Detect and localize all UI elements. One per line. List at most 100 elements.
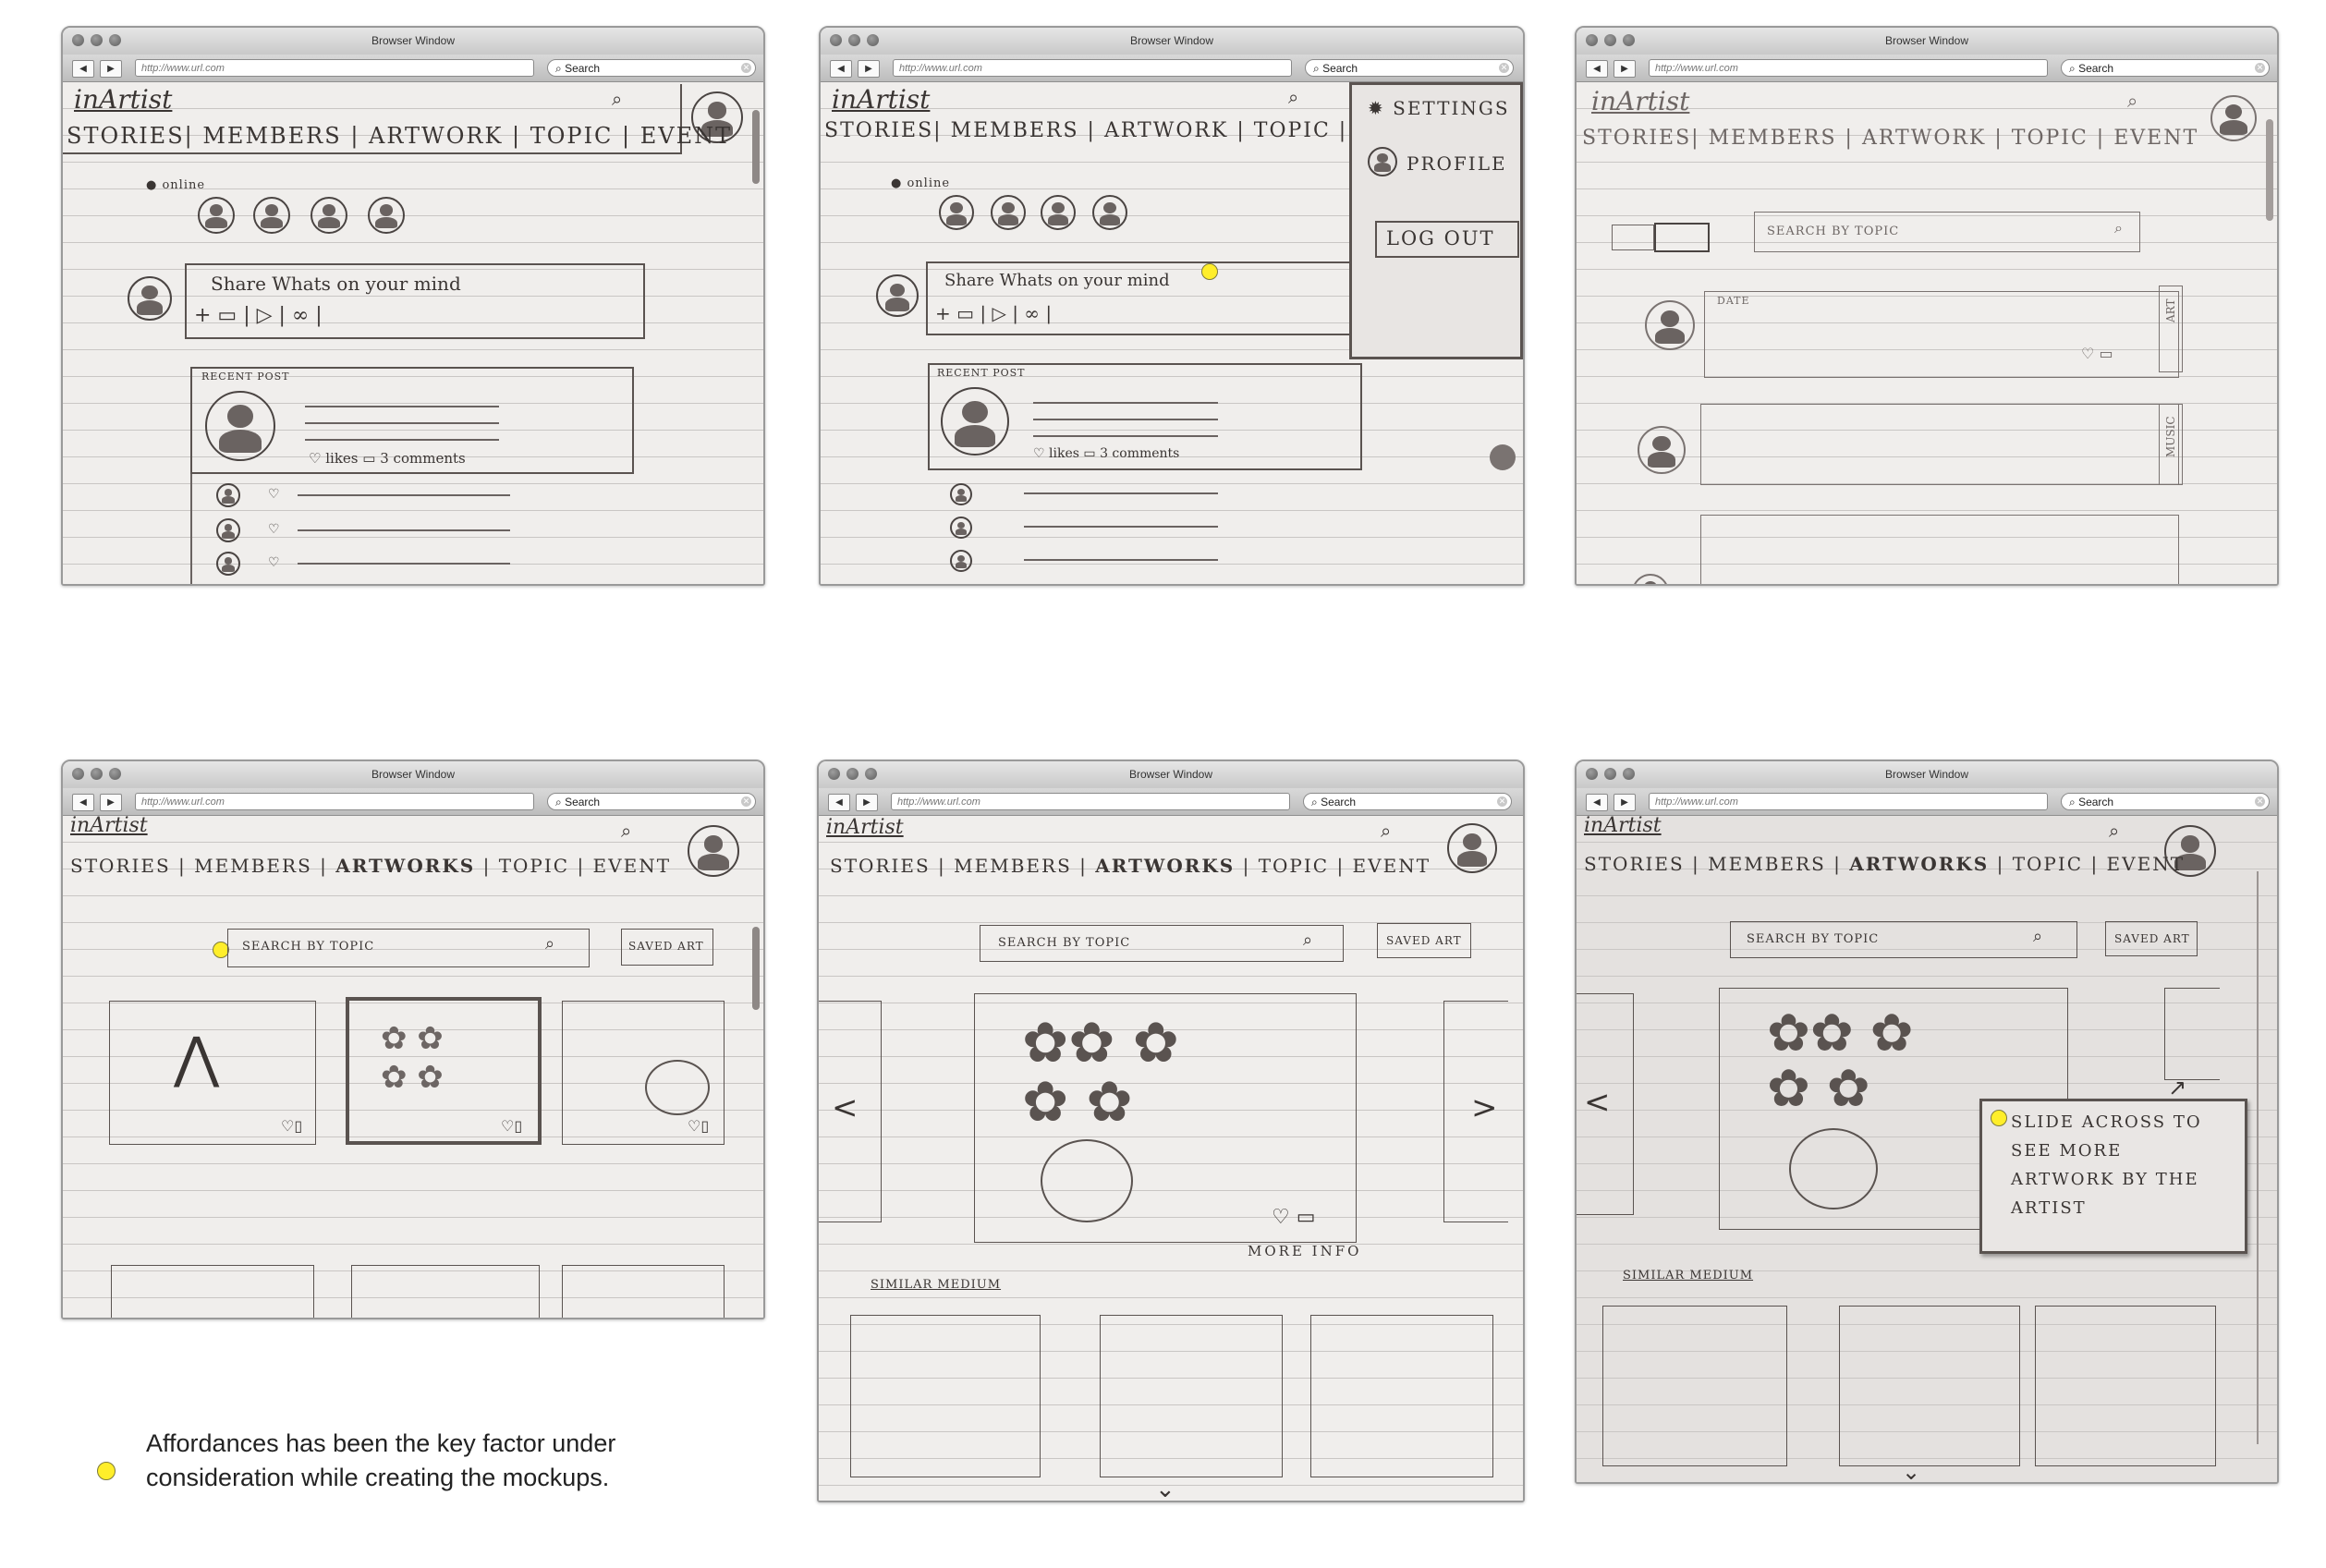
heart-icon[interactable]: ♡ bbox=[688, 1117, 700, 1135]
search-icon[interactable]: ⌕ bbox=[2033, 927, 2042, 946]
scrollbar-thumb[interactable] bbox=[2266, 119, 2273, 221]
url-field[interactable]: http://www.url.com bbox=[891, 793, 1290, 810]
comment-icon[interactable]: ▭ bbox=[1083, 446, 1095, 461]
back-button[interactable]: ◀ bbox=[1586, 794, 1608, 811]
clear-icon[interactable]: ✕ bbox=[741, 796, 751, 807]
nav-event[interactable]: EVENT bbox=[2113, 127, 2198, 150]
browser-search-field[interactable]: ⌕ Search ✕ bbox=[547, 793, 756, 810]
nav-stories[interactable]: STORIES bbox=[67, 123, 185, 149]
bookmark-icon[interactable]: ▯ bbox=[700, 1117, 709, 1135]
url-field[interactable]: http://www.url.com bbox=[135, 793, 534, 810]
topic-post-card[interactable] bbox=[1700, 404, 2179, 485]
topic-post-card[interactable] bbox=[1700, 515, 2179, 584]
clear-icon[interactable]: ✕ bbox=[1499, 63, 1509, 73]
nav-topic[interactable]: TOPIC bbox=[499, 855, 569, 877]
nav-members[interactable]: MEMBERS bbox=[951, 119, 1079, 142]
heart-icon[interactable]: ♡ bbox=[2081, 345, 2094, 362]
forward-button[interactable]: ▶ bbox=[1614, 60, 1636, 78]
forward-button[interactable]: ▶ bbox=[100, 794, 122, 811]
heart-icon[interactable]: ♡ bbox=[268, 522, 280, 537]
search-icon[interactable]: ⌕ bbox=[2109, 820, 2119, 842]
nav-stories[interactable]: STORIES bbox=[830, 855, 931, 877]
user-avatar[interactable] bbox=[688, 825, 739, 877]
clear-icon[interactable]: ✕ bbox=[2255, 63, 2265, 73]
heart-icon[interactable]: ♡ bbox=[268, 555, 280, 570]
post-attachments[interactable]: + ▭ | ▷ | ∞ | bbox=[935, 302, 1052, 324]
topic-post-card[interactable] bbox=[1704, 291, 2179, 378]
similar-artwork-thumbnail[interactable] bbox=[850, 1315, 1041, 1477]
nav-stories[interactable]: STORIES bbox=[824, 119, 933, 142]
nav-members[interactable]: MEMBERS bbox=[202, 123, 341, 149]
post-attachments[interactable]: + ▭ | ▷ | ∞ | bbox=[194, 304, 323, 327]
online-user-avatar[interactable] bbox=[368, 197, 405, 234]
forward-button[interactable]: ▶ bbox=[1614, 794, 1636, 811]
list-view-toggle[interactable] bbox=[1612, 225, 1654, 250]
menu-profile[interactable]: PROFILE bbox=[1407, 152, 1507, 175]
heart-icon[interactable]: ♡ bbox=[501, 1117, 514, 1135]
clear-icon[interactable]: ✕ bbox=[741, 63, 751, 73]
heart-icon[interactable]: ♡ bbox=[1272, 1206, 1290, 1229]
user-avatar[interactable] bbox=[1447, 823, 1497, 873]
nav-artwork[interactable]: ARTWORK bbox=[1104, 119, 1228, 142]
search-icon[interactable]: ⌕ bbox=[1303, 930, 1312, 950]
scroll-handle[interactable] bbox=[1490, 444, 1516, 470]
scrollbar-thumb[interactable] bbox=[752, 927, 760, 1010]
next-artwork-preview[interactable] bbox=[2164, 988, 2220, 1080]
comment-icon[interactable]: ▭ bbox=[2099, 345, 2113, 362]
scrollbar-thumb[interactable] bbox=[752, 110, 760, 184]
back-button[interactable]: ◀ bbox=[830, 60, 852, 78]
heart-icon[interactable]: ♡ bbox=[309, 450, 321, 467]
url-field[interactable]: http://www.url.com bbox=[135, 59, 534, 77]
more-info-link[interactable]: MORE INFO bbox=[1248, 1243, 1361, 1259]
comment-icon[interactable]: ▭ bbox=[362, 450, 375, 467]
heart-icon[interactable]: ♡ bbox=[1033, 446, 1045, 461]
heart-icon[interactable]: ♡ bbox=[281, 1117, 294, 1135]
nav-topic[interactable]: TOPIC bbox=[2012, 127, 2089, 150]
bookmark-icon[interactable]: ▯ bbox=[514, 1117, 522, 1135]
nav-topic[interactable]: TOPIC bbox=[1259, 855, 1329, 877]
url-field[interactable]: http://www.url.com bbox=[893, 59, 1292, 77]
online-user-avatar[interactable] bbox=[991, 195, 1026, 230]
similar-artwork-thumbnail[interactable] bbox=[1839, 1306, 2020, 1466]
nav-artwork[interactable]: ARTWORK bbox=[1862, 127, 1986, 150]
grid-view-toggle[interactable] bbox=[1654, 223, 1710, 252]
browser-search-field[interactable]: ⌕ Search ✕ bbox=[2061, 59, 2270, 77]
online-user-avatar[interactable] bbox=[939, 195, 974, 230]
nav-topic[interactable]: TOPIC bbox=[1254, 119, 1331, 142]
scroll-down-indicator[interactable]: ⌄ bbox=[1902, 1459, 1920, 1482]
similar-artwork-thumbnail[interactable] bbox=[1310, 1315, 1493, 1477]
browser-search-field[interactable]: ⌕ Search ✕ bbox=[2061, 793, 2270, 810]
artwork-thumbnail[interactable] bbox=[111, 1265, 314, 1318]
artwork-thumbnail[interactable] bbox=[351, 1265, 540, 1318]
online-user-avatar[interactable] bbox=[1092, 195, 1127, 230]
user-avatar[interactable] bbox=[2210, 95, 2257, 141]
nav-topic[interactable]: TOPIC bbox=[2013, 853, 2083, 875]
comment-icon[interactable]: ▭ bbox=[1297, 1206, 1316, 1229]
previous-arrow[interactable]: < bbox=[832, 1089, 859, 1126]
clear-icon[interactable]: ✕ bbox=[1497, 796, 1507, 807]
nav-event[interactable]: EVENT bbox=[2107, 853, 2185, 875]
url-field[interactable]: http://www.url.com bbox=[1649, 59, 2048, 77]
nav-members[interactable]: MEMBERS bbox=[1708, 853, 1826, 875]
nav-topic[interactable]: TOPIC bbox=[530, 123, 614, 149]
online-user-avatar[interactable] bbox=[311, 197, 347, 234]
forward-button[interactable]: ▶ bbox=[858, 60, 880, 78]
back-button[interactable]: ◀ bbox=[72, 794, 94, 811]
nav-stories[interactable]: STORIES bbox=[1584, 853, 1685, 875]
nav-stories[interactable]: STORIES bbox=[70, 855, 171, 877]
search-icon[interactable]: ⌕ bbox=[1288, 86, 1298, 108]
artwork-thumbnail[interactable] bbox=[562, 1265, 725, 1318]
back-button[interactable]: ◀ bbox=[72, 60, 94, 78]
forward-button[interactable]: ▶ bbox=[856, 794, 878, 811]
next-arrow[interactable]: > bbox=[1471, 1089, 1498, 1126]
nav-members[interactable]: MEMBERS bbox=[1709, 127, 1837, 150]
menu-settings[interactable]: ✹ SETTINGS bbox=[1368, 97, 1510, 119]
browser-search-field[interactable]: ⌕ Search ✕ bbox=[1305, 59, 1514, 77]
online-user-avatar[interactable] bbox=[198, 197, 235, 234]
nav-artworks[interactable]: ARTWORKS bbox=[335, 855, 475, 877]
browser-search-field[interactable]: ⌕ Search ✕ bbox=[1303, 793, 1512, 810]
clear-icon[interactable]: ✕ bbox=[2255, 796, 2265, 807]
search-icon[interactable]: ⌕ bbox=[2114, 219, 2123, 237]
search-icon[interactable]: ⌕ bbox=[621, 820, 631, 842]
scroll-down-indicator[interactable]: ⌄ bbox=[1155, 1476, 1175, 1501]
